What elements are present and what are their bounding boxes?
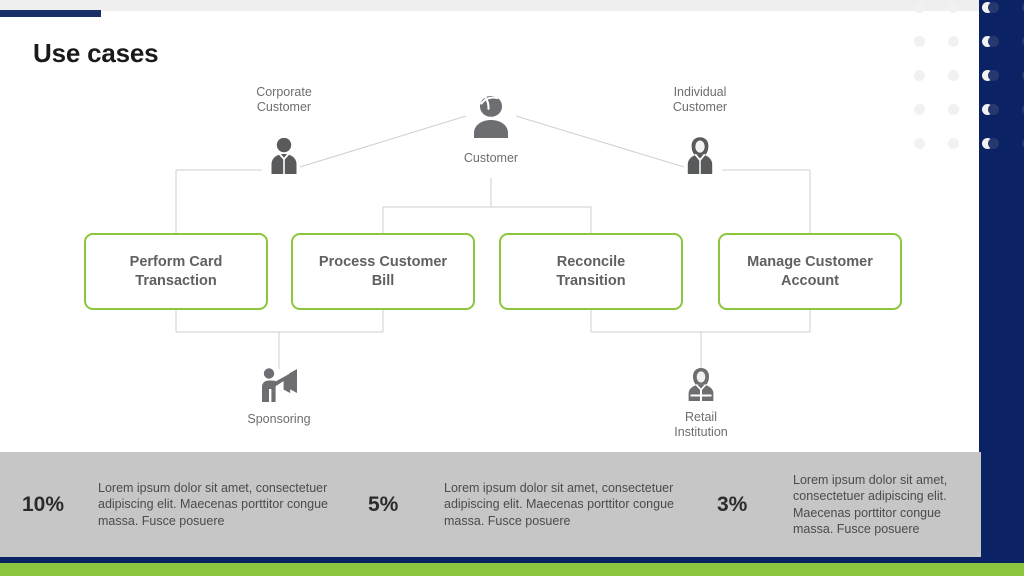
actor-individual-customer-label: Individual Customer	[650, 85, 750, 116]
label-line-2: Bill	[371, 272, 395, 289]
actor-individual-customer[interactable]: Individual Customer	[650, 85, 750, 176]
usecase-label: Perform Card Transaction	[130, 253, 223, 290]
stat-item: 10% Lorem ipsum dolor sit amet, consecte…	[0, 480, 350, 530]
label-line-1: Corporate	[256, 85, 312, 99]
footer-green-band	[0, 563, 1024, 576]
label-line-2: Transaction	[135, 272, 217, 289]
label-line-2: Institution	[674, 425, 728, 440]
label-line-1: Individual	[673, 85, 727, 99]
actor-customer[interactable]: Customer	[441, 94, 541, 166]
usecase-process-customer-bill[interactable]: Process Customer Bill	[291, 233, 475, 310]
label-line-2: Customer	[672, 100, 728, 115]
businesswoman-icon	[650, 136, 750, 176]
label-line-1: Reconcile	[556, 253, 626, 270]
label-line-2: Transition	[556, 272, 626, 289]
stat-percent: 10%	[22, 492, 65, 516]
actor-retail-institution-label: Retail Institution	[651, 410, 751, 441]
stat-description: Lorem ipsum dolor sit amet, consectetuer…	[98, 480, 328, 528]
label-line-1: Perform Card	[129, 253, 223, 270]
actor-sponsoring[interactable]: Sponsoring	[229, 367, 329, 427]
actor-sponsoring-label: Sponsoring	[247, 412, 311, 426]
actor-customer-label: Customer	[463, 151, 519, 165]
usecase-reconcile-transition[interactable]: Reconcile Transition	[499, 233, 683, 310]
usecase-perform-card-transaction[interactable]: Perform Card Transaction	[84, 233, 268, 310]
slide-canvas: Use cases Customer Corporate Customer In…	[0, 0, 1024, 576]
usecase-label: Manage Customer Account	[747, 253, 873, 290]
actor-corporate-customer-label: Corporate Customer	[234, 85, 334, 116]
stat-description: Lorem ipsum dolor sit amet, consectetuer…	[793, 472, 948, 537]
label-line-1: Manage Customer	[747, 253, 873, 270]
person-icon	[441, 94, 541, 140]
label-line-2: Customer	[256, 100, 312, 115]
diagram-connectors	[175, 115, 811, 369]
stat-item: 3% Lorem ipsum dolor sit amet, consectet…	[695, 472, 981, 538]
businessman-icon	[234, 135, 334, 176]
stat-percent: 3%	[717, 492, 748, 516]
label-line-2: Account	[780, 272, 839, 289]
label-line-1: Retail	[685, 410, 717, 424]
label-line-1: Process Customer	[318, 253, 448, 270]
usecase-label: Reconcile Transition	[556, 253, 625, 290]
stat-percent: 5%	[368, 492, 399, 516]
bank-teller-icon	[651, 367, 751, 403]
stat-description: Lorem ipsum dolor sit amet, consectetuer…	[444, 480, 674, 528]
megaphone-person-icon	[229, 367, 329, 403]
usecase-manage-customer-account[interactable]: Manage Customer Account	[718, 233, 902, 310]
stat-item: 5% Lorem ipsum dolor sit amet, consectet…	[350, 480, 695, 530]
statistics-band: 10% Lorem ipsum dolor sit amet, consecte…	[0, 452, 981, 557]
actor-corporate-customer[interactable]: Corporate Customer	[234, 85, 334, 176]
usecase-label: Process Customer Bill	[319, 253, 447, 290]
actor-retail-institution[interactable]: Retail Institution	[651, 367, 751, 441]
